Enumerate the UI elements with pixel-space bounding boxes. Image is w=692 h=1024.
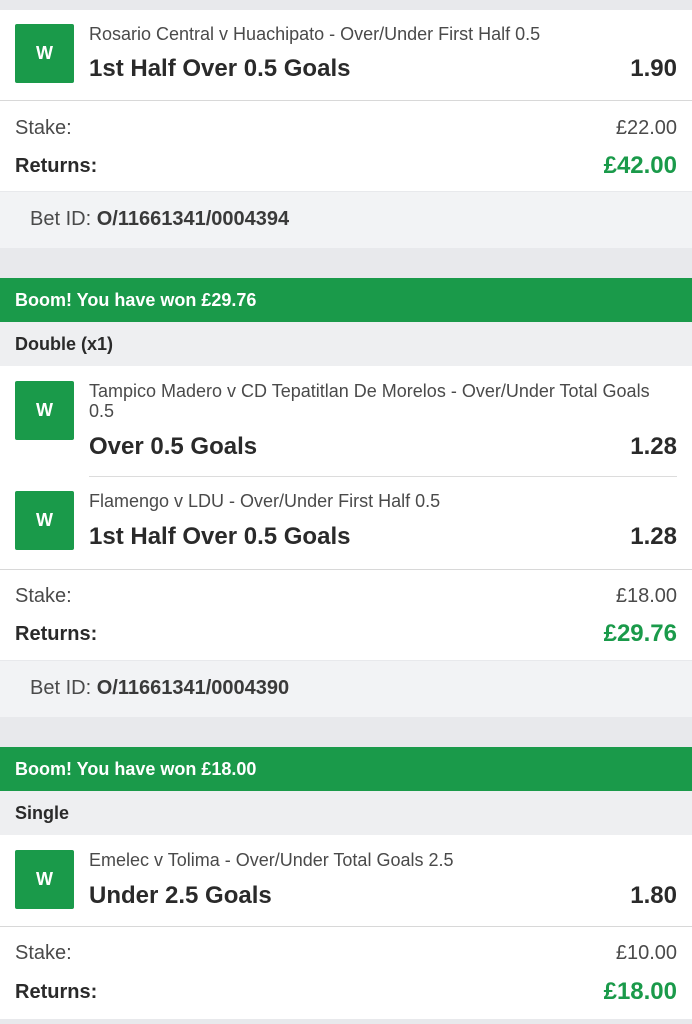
win-badge: W (15, 850, 74, 909)
bet-card-1-totals: Stake: £22.00 Returns: £42.00 (0, 101, 692, 191)
selection-name: 1st Half Over 0.5 Goals (89, 523, 351, 550)
bet-card-1-selection: W Rosario Central v Huachipato - Over/Un… (0, 10, 692, 100)
returns-value: £29.76 (603, 620, 677, 647)
bet-id: Bet ID: O/11661341/0004390 (30, 677, 289, 700)
stake-label: Stake: (15, 585, 72, 607)
selection-name: Over 0.5 Goals (89, 433, 258, 460)
odds-value: 1.28 (630, 523, 677, 550)
odds-value: 1.28 (630, 433, 677, 460)
stake-value: £22.00 (615, 117, 677, 139)
win-badge: W (15, 24, 74, 83)
event-name: Rosario Central v Huachipato - Over/Unde… (89, 24, 541, 44)
bet-id-label: Bet ID: (30, 208, 92, 230)
bet-type-label: Double (x1) (0, 322, 692, 366)
stake-label: Stake: (15, 117, 72, 139)
win-badge: W (15, 491, 74, 550)
stake-label: Stake: (15, 942, 72, 964)
bet-id-row-2: Bet ID: O/11661341/0004390 (0, 661, 692, 717)
bet-id-value: O/11661341/0004390 (96, 677, 290, 699)
bet-id-value: O/11661341/0004394 (96, 208, 290, 230)
bet-type-label: Single (0, 791, 692, 835)
leg-divider (89, 476, 677, 477)
bet-card-2-totals: Stake: £18.00 Returns: £29.76 (0, 570, 692, 660)
bet-card-3-selection: W Emelec v Tolima - Over/Under Total Goa… (0, 835, 692, 926)
bet-id-label: Bet ID: (30, 677, 92, 699)
bet-id: Bet ID: O/11661341/0004394 (30, 208, 289, 231)
selection-name: Under 2.5 Goals (89, 882, 272, 909)
bet-card-3-totals: Stake: £10.00 Returns: £18.00 (0, 927, 692, 1019)
odds-value: 1.80 (630, 882, 677, 909)
stake-value: £18.00 (615, 585, 677, 607)
stake-value: £10.00 (615, 942, 677, 964)
selection-name: 1st Half Over 0.5 Goals (89, 55, 351, 82)
win-badge: W (15, 381, 74, 440)
bet-card-2-selections: W Tampico Madero v CD Tepatitlan De More… (0, 366, 692, 569)
returns-label: Returns: (15, 981, 98, 1003)
event-name: Emelec v Tolima - Over/Under Total Goals… (89, 850, 454, 870)
win-banner: Boom! You have won £18.00 (0, 747, 692, 791)
returns-label: Returns: (15, 623, 98, 645)
bet-id-row-1: Bet ID: O/11661341/0004394 (0, 192, 692, 248)
event-name: Flamengo v LDU - Over/Under First Half 0… (89, 491, 441, 511)
event-name: Tampico Madero v CD Tepatitlan De Morelo… (89, 381, 650, 421)
returns-value: £18.00 (603, 978, 677, 1005)
win-banner: Boom! You have won £29.76 (0, 278, 692, 322)
odds-value: 1.90 (630, 55, 677, 82)
returns-label: Returns: (15, 155, 98, 177)
returns-value: £42.00 (603, 152, 677, 179)
